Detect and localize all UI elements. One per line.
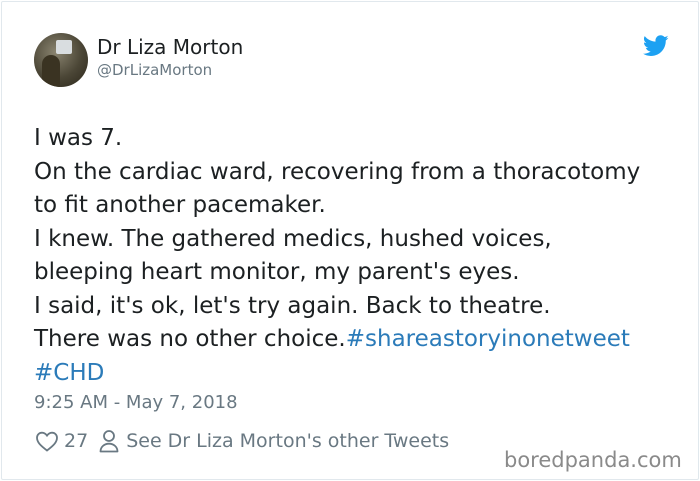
avatar[interactable] xyxy=(34,33,88,87)
tweet-line: I knew. The gathered medics, hushed voic… xyxy=(34,225,552,252)
tweet-actions: 27 See Dr Liza Morton's other Tweets xyxy=(35,428,449,454)
tweet-line-last: There was no other choice.#shareastoryin… xyxy=(34,323,674,357)
see-other-tweets-label: See Dr Liza Morton's other Tweets xyxy=(126,430,450,452)
avatar-window-detail xyxy=(56,40,72,54)
like-count: 27 xyxy=(64,430,89,452)
hashtag-link[interactable]: #shareastoryinonetweet xyxy=(346,326,630,352)
tweet-text: I was 7. On the cardiac ward, recovering… xyxy=(34,122,674,390)
tweet-line-hashtag: #CHD xyxy=(34,357,674,391)
tweet-line-text: There was no other choice. xyxy=(34,326,346,352)
person-outline-icon xyxy=(99,430,119,453)
twitter-bird-icon[interactable] xyxy=(643,35,669,57)
like-button[interactable]: 27 xyxy=(35,430,88,452)
boredpanda-watermark: boredpanda.com xyxy=(504,448,682,472)
tweet-timestamp[interactable]: 9:25 AM - May 7, 2018 xyxy=(34,392,238,413)
tweet-line: I was 7. xyxy=(34,125,123,151)
author-handle[interactable]: @DrLizaMorton xyxy=(97,61,212,79)
tweet-line: bleeping heart monitor, my parent's eyes… xyxy=(34,259,520,285)
see-other-tweets-link[interactable]: See Dr Liza Morton's other Tweets xyxy=(98,429,449,453)
heart-outline-icon xyxy=(36,431,58,452)
tweet-line: I said, it's ok, let's try again. Back t… xyxy=(34,292,551,319)
tweet-card: Dr Liza Morton @DrLizaMorton I was 7. On… xyxy=(1,1,699,480)
avatar-person-detail xyxy=(42,55,60,87)
hashtag-link[interactable]: #CHD xyxy=(34,360,104,386)
tweet-line: On the cardiac ward, recovering from a t… xyxy=(34,158,641,185)
author-name[interactable]: Dr Liza Morton xyxy=(97,35,243,59)
tweet-line: to fit another pacemaker. xyxy=(34,192,326,218)
